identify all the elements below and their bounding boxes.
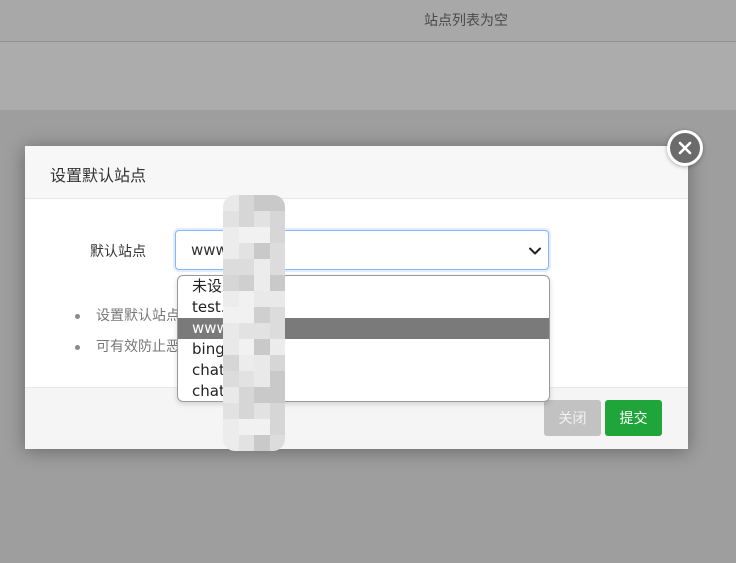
mosaic-cell xyxy=(254,403,270,419)
mosaic-cell xyxy=(223,371,239,387)
mosaic-cell xyxy=(269,307,285,323)
mosaic-cell xyxy=(223,403,239,419)
mosaic-cell xyxy=(254,355,270,371)
mosaic-cell xyxy=(269,259,285,275)
mosaic-cell xyxy=(269,243,285,259)
mosaic-cell xyxy=(223,211,239,227)
mosaic-cell xyxy=(254,387,270,403)
mosaic-cell xyxy=(269,355,285,371)
mosaic-cell xyxy=(238,323,254,339)
mosaic-cell xyxy=(269,211,285,227)
mosaic-cell xyxy=(269,339,285,355)
background-band xyxy=(0,42,736,110)
mosaic-cell xyxy=(238,435,254,451)
chevron-down-icon xyxy=(528,243,542,257)
mosaic-cell xyxy=(269,387,285,403)
mosaic-cell xyxy=(238,275,254,291)
mosaic-cell xyxy=(238,355,254,371)
mosaic-cell xyxy=(223,339,239,355)
bullet-icon xyxy=(75,314,80,319)
mosaic-cell xyxy=(223,355,239,371)
mosaic-cell xyxy=(238,291,254,307)
mosaic-cell xyxy=(238,195,254,211)
mosaic-cell xyxy=(223,387,239,403)
mosaic-cell xyxy=(223,259,239,275)
tips-list: 设置默认站点 可有效防止恶 xyxy=(75,308,180,370)
mosaic-cell xyxy=(254,435,270,451)
mosaic-cell xyxy=(238,371,254,387)
tip-item: 可有效防止恶 xyxy=(75,339,180,370)
mosaic-cell xyxy=(223,291,239,307)
mosaic-cell xyxy=(254,259,270,275)
mosaic-cell xyxy=(238,307,254,323)
mosaic-cell xyxy=(223,275,239,291)
mosaic-cell xyxy=(223,323,239,339)
dialog-title: 设置默认站点 xyxy=(50,166,147,185)
tip-item: 设置默认站点 xyxy=(75,308,180,339)
mosaic-cell xyxy=(223,419,239,435)
dialog-close-button[interactable] xyxy=(667,130,703,166)
mosaic-cell xyxy=(269,323,285,339)
dialog-header: 设置默认站点 xyxy=(25,146,688,199)
mosaic-cell xyxy=(254,195,270,211)
mosaic-cell xyxy=(238,227,254,243)
mosaic-cell xyxy=(238,259,254,275)
mosaic-cell xyxy=(254,211,270,227)
mosaic-cell xyxy=(254,339,270,355)
mosaic-cell xyxy=(238,243,254,259)
mosaic-cell xyxy=(223,227,239,243)
mosaic-cell xyxy=(269,275,285,291)
mosaic-cell xyxy=(254,275,270,291)
mosaic-cell xyxy=(254,323,270,339)
mosaic-cell xyxy=(254,291,270,307)
mosaic-cell xyxy=(269,371,285,387)
submit-button[interactable]: 提交 xyxy=(605,400,662,436)
mosaic-cell xyxy=(238,403,254,419)
mosaic-cell xyxy=(269,227,285,243)
mosaic-cell xyxy=(269,291,285,307)
mosaic-cell xyxy=(238,387,254,403)
tip-text: 可有效防止恶 xyxy=(96,339,180,355)
mosaic-cell xyxy=(223,243,239,259)
privacy-mosaic xyxy=(223,195,285,451)
mosaic-cell xyxy=(254,227,270,243)
bullet-icon xyxy=(75,345,80,350)
mosaic-cell xyxy=(269,403,285,419)
site-list-empty-text: 站点列表为空 xyxy=(424,13,508,29)
mosaic-cell xyxy=(254,371,270,387)
default-site-label: 默认站点 xyxy=(90,244,146,260)
mosaic-cell xyxy=(223,307,239,323)
close-icon xyxy=(678,141,692,155)
tip-text: 设置默认站点 xyxy=(96,308,180,324)
mosaic-cell xyxy=(269,419,285,435)
mosaic-cell xyxy=(254,419,270,435)
mosaic-cell xyxy=(238,211,254,227)
background-header: 站点列表为空 xyxy=(0,0,736,42)
close-button[interactable]: 关闭 xyxy=(544,400,601,436)
mosaic-cell xyxy=(254,307,270,323)
mosaic-cell xyxy=(238,419,254,435)
mosaic-cell xyxy=(254,243,270,259)
mosaic-cell xyxy=(238,339,254,355)
